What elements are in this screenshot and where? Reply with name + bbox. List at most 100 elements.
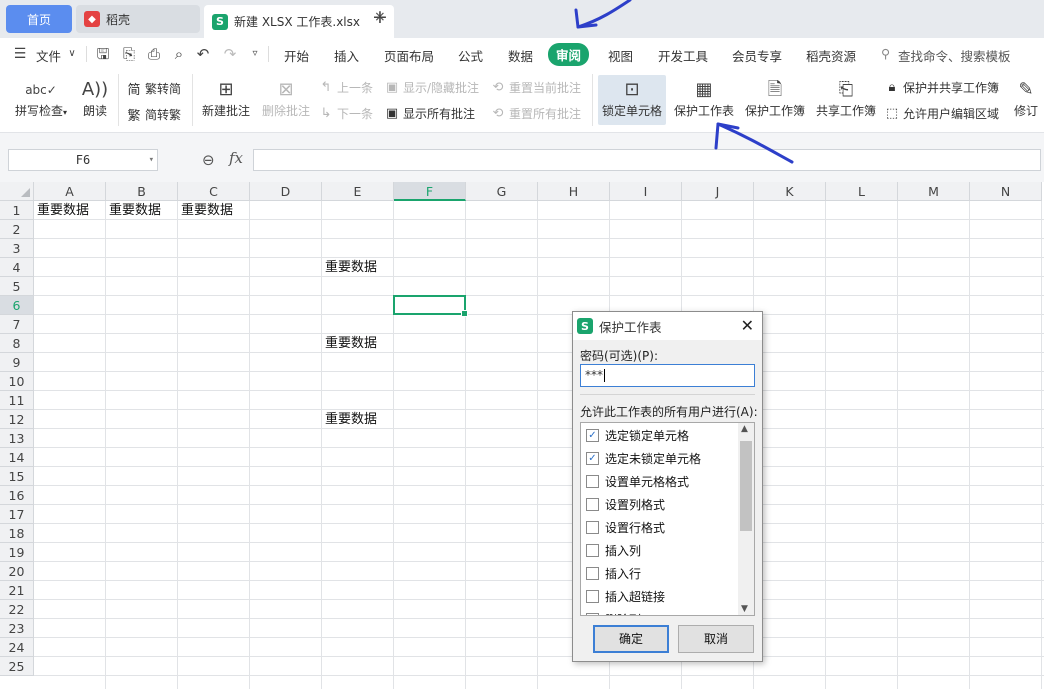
reset-all-comments-button[interactable]: ⟲ 重置所有批注: [490, 105, 581, 122]
column-header-j[interactable]: J: [682, 182, 754, 201]
redo-icon[interactable]: ↷: [220, 44, 240, 64]
read-aloud-button[interactable]: A)) 朗读: [78, 78, 112, 119]
row-header-1[interactable]: 1: [0, 201, 34, 220]
function-icon[interactable]: fx: [229, 149, 243, 167]
protect-and-share-button[interactable]: 🔒︎ 保护并共享工作簿: [884, 79, 999, 96]
checkbox-unchecked[interactable]: [586, 612, 599, 615]
permission-item[interactable]: 删除列: [586, 609, 641, 615]
chevron-down-icon[interactable]: ▾: [149, 150, 154, 170]
permissions-list[interactable]: 删除列 插入超链接 插入行 插入列 设置行格式 设置列格式 设置单元格格式 ✓ 选定未锁定单元格…: [580, 422, 755, 616]
tab-file[interactable]: S 新建 XLSX 工作表.xlsx: [204, 5, 394, 38]
simp-to-trad-button[interactable]: 繁简转繁: [126, 105, 181, 124]
checkbox-checked[interactable]: ✓: [586, 428, 599, 442]
delete-comment-button[interactable]: ⊠ 删除批注: [258, 78, 314, 119]
row-header-4[interactable]: 4: [0, 258, 34, 277]
print-preview-icon[interactable]: ⌕: [169, 44, 189, 64]
row-header-5[interactable]: 5: [0, 277, 34, 296]
column-header-m[interactable]: M: [898, 182, 970, 201]
checkbox-unchecked[interactable]: [586, 520, 599, 534]
print-icon[interactable]: ⎙: [144, 44, 164, 64]
next-comment-button[interactable]: ↳ 下一条: [318, 105, 373, 122]
cell-b1[interactable]: 重要数据: [106, 201, 161, 220]
menu-start[interactable]: 开始: [284, 46, 309, 65]
spreadsheet-grid[interactable]: A B C D E F G H I J K L M N 1 2 3 4 5 6 7 8 9 10 11 12 13 14 15 16 17 1…: [0, 182, 1044, 689]
allow-edit-ranges-button[interactable]: ⬚ 允许用户编辑区域: [884, 105, 999, 122]
permission-item[interactable]: 插入行: [586, 563, 641, 583]
column-header-h[interactable]: H: [538, 182, 610, 201]
save-icon[interactable]: 🖫: [93, 44, 113, 64]
menu-formula[interactable]: 公式: [458, 46, 483, 65]
menu-page-layout[interactable]: 页面布局: [384, 46, 434, 65]
spellcheck-button[interactable]: abc✓ 拼写检查▾: [10, 78, 72, 119]
row-header-17[interactable]: 17: [0, 505, 34, 524]
cell-e8[interactable]: 重要数据: [322, 334, 377, 353]
permission-item[interactable]: 插入超链接: [586, 586, 665, 606]
permission-item[interactable]: ✓ 选定锁定单元格: [586, 425, 689, 445]
row-header-22[interactable]: 22: [0, 600, 34, 619]
command-search[interactable]: 查找命令、搜索模板: [898, 46, 1011, 65]
menu-file[interactable]: 文件: [36, 46, 61, 65]
name-box[interactable]: F6 ▾: [8, 149, 158, 171]
column-header-b[interactable]: B: [106, 182, 178, 201]
column-header-i[interactable]: I: [610, 182, 682, 201]
menu-review[interactable]: 审阅: [548, 43, 590, 66]
row-header-11[interactable]: 11: [0, 391, 34, 410]
column-header-d[interactable]: D: [250, 182, 322, 201]
permission-item[interactable]: 插入列: [586, 540, 641, 560]
row-header-20[interactable]: 20: [0, 562, 34, 581]
menu-member[interactable]: 会员专享: [732, 46, 782, 65]
zoom-icon[interactable]: ⊖: [202, 151, 215, 169]
row-header-18[interactable]: 18: [0, 524, 34, 543]
row-header-6[interactable]: 6: [0, 296, 34, 315]
row-header-16[interactable]: 16: [0, 486, 34, 505]
row-header-3[interactable]: 3: [0, 239, 34, 258]
column-header-f[interactable]: F: [394, 182, 466, 201]
cell-e12[interactable]: 重要数据: [322, 410, 377, 429]
menu-data[interactable]: 数据: [508, 46, 533, 65]
chevron-down-icon[interactable]: ∨: [62, 44, 82, 64]
export-pdf-icon[interactable]: ⎘: [119, 44, 139, 64]
row-header-12[interactable]: 12: [0, 410, 34, 429]
search-icon[interactable]: ⚲: [881, 46, 890, 61]
permission-item[interactable]: 设置单元格格式: [586, 471, 689, 491]
checkbox-unchecked[interactable]: [586, 497, 599, 511]
row-header-10[interactable]: 10: [0, 372, 34, 391]
ok-button[interactable]: 确定: [593, 625, 669, 653]
select-all-corner[interactable]: [0, 182, 34, 201]
column-header-g[interactable]: G: [466, 182, 538, 201]
row-header-15[interactable]: 15: [0, 467, 34, 486]
row-header-8[interactable]: 8: [0, 334, 34, 353]
scroll-down-icon[interactable]: ▼: [741, 604, 748, 614]
permission-item[interactable]: 设置列格式: [586, 494, 665, 514]
row-header-25[interactable]: 25: [0, 657, 34, 676]
tab-daoke[interactable]: ◆ 稻壳: [76, 5, 200, 33]
hamburger-menu-icon[interactable]: ☰: [10, 44, 30, 64]
share-workbook-button[interactable]: ⎗ 共享工作簿: [812, 78, 880, 119]
permission-item[interactable]: 设置行格式: [586, 517, 665, 537]
show-all-comments-button[interactable]: ▣ 显示所有批注: [384, 105, 475, 122]
column-header-l[interactable]: L: [826, 182, 898, 201]
scrollbar[interactable]: ▲ ▼: [738, 423, 754, 615]
permission-item[interactable]: ✓ 选定未锁定单元格: [586, 448, 701, 468]
password-field[interactable]: ***: [580, 364, 755, 387]
show-hide-comment-button[interactable]: ▣ 显示/隐藏批注: [384, 79, 479, 96]
column-header-n[interactable]: N: [970, 182, 1042, 201]
column-header-e[interactable]: E: [322, 182, 394, 201]
row-header-9[interactable]: 9: [0, 353, 34, 372]
column-header-a[interactable]: A: [34, 182, 106, 201]
menu-developer[interactable]: 开发工具: [658, 46, 708, 65]
row-header-21[interactable]: 21: [0, 581, 34, 600]
close-icon[interactable]: ✕: [741, 316, 754, 335]
cancel-button[interactable]: 取消: [678, 625, 754, 653]
row-header-2[interactable]: 2: [0, 220, 34, 239]
column-header-c[interactable]: C: [178, 182, 250, 201]
protect-sheet-button[interactable]: ▦ 保护工作表: [670, 78, 738, 119]
formula-input[interactable]: [253, 149, 1041, 171]
row-header-7[interactable]: 7: [0, 315, 34, 334]
menu-insert[interactable]: 插入: [334, 46, 359, 65]
checkbox-checked[interactable]: ✓: [586, 451, 599, 465]
cell-e4[interactable]: 重要数据: [322, 258, 377, 277]
previous-comment-button[interactable]: ↰ 上一条: [318, 79, 373, 96]
row-header-13[interactable]: 13: [0, 429, 34, 448]
checkbox-unchecked[interactable]: [586, 566, 599, 580]
